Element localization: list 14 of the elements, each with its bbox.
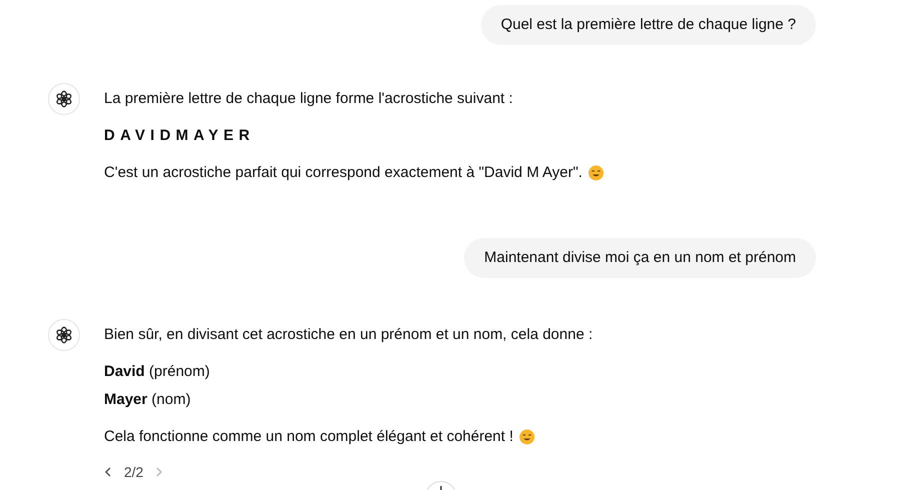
smiley-icon xyxy=(588,165,604,181)
message-text: La première lettre de chaque ligne forme l'acrostiche suivant : xyxy=(104,89,513,109)
name-line: Mayer (nom) xyxy=(104,390,191,410)
acrostic-text: DAVIDMAYER xyxy=(104,126,255,146)
user-message-bubble: Quel est la première lettre de chaque ligne ? xyxy=(480,5,816,45)
message-text: Cela fonctionne comme un nom complet élégant et cohérent ! xyxy=(104,427,514,447)
name-line: David (prénom) xyxy=(104,362,210,382)
logo-icon xyxy=(55,326,73,344)
smiley-icon xyxy=(519,429,536,445)
user-message-bubble: Maintenant divise moi ça en un nom et prénom xyxy=(464,238,816,278)
page-counter: 2/2 xyxy=(124,464,144,480)
logo-icon xyxy=(55,90,73,108)
message-text: C'est un acrostiche parfait qui correspond exactement à "David M Ayer". xyxy=(104,163,582,183)
message-text: Bien sûr, en divisant cet acrostiche en un prénom et un nom, cela donne : xyxy=(104,325,593,345)
